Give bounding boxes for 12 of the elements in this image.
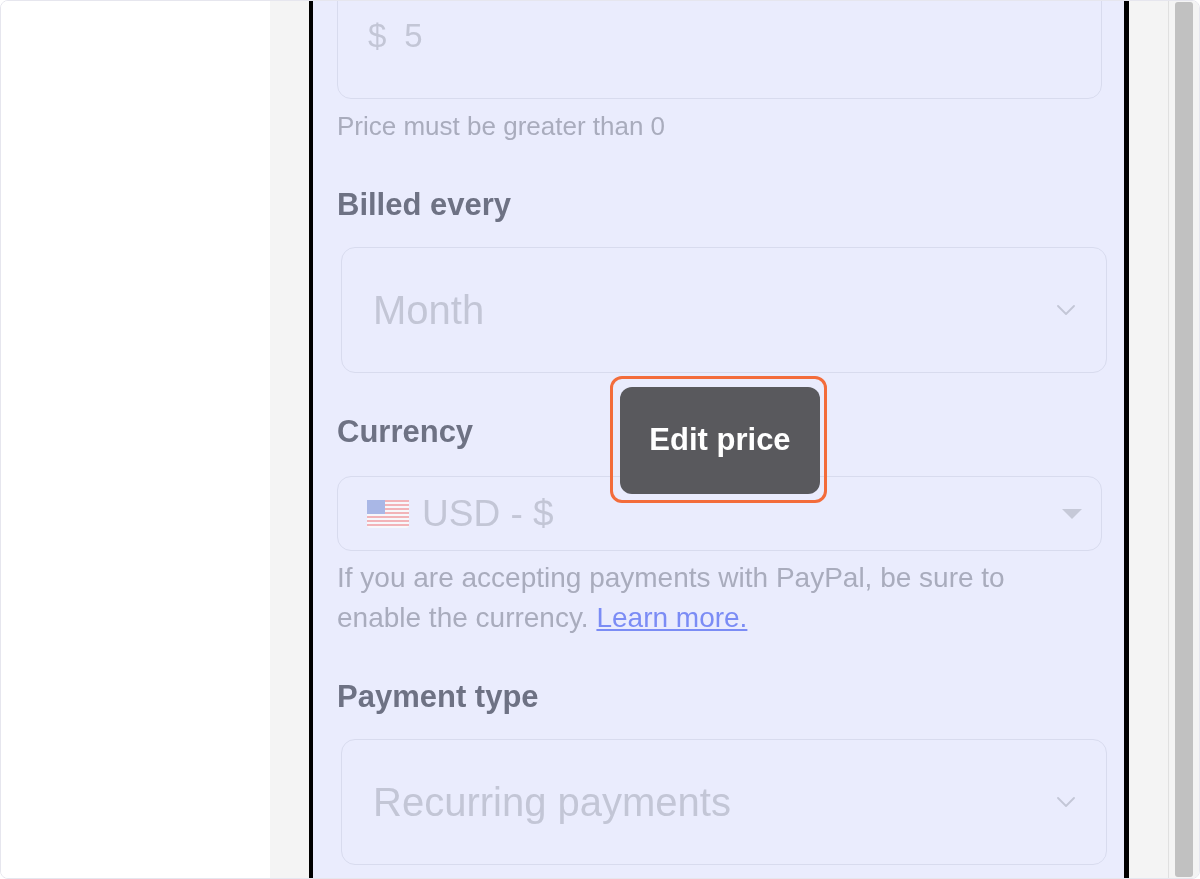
caret-down-icon: [1062, 508, 1082, 519]
flag-icon: [367, 499, 409, 528]
chevron-down-icon: [1057, 305, 1075, 315]
help-text: If you are accepting payments with PayPal, be sure to enable the currency. Learn more.: [337, 561, 1006, 635]
chevron-down-icon: [1057, 797, 1075, 807]
learn-more-link[interactable]: Learn more.: [596, 602, 748, 633]
field-label: Payment type: [337, 680, 539, 714]
scrollbar-thumb[interactable]: [1175, 2, 1193, 877]
price-hint-text: Price must be greater than 0: [337, 112, 666, 141]
field-label: Currency: [337, 415, 474, 449]
field-label: Billed every: [337, 188, 512, 222]
tooltip: Edit price: [620, 387, 820, 494]
